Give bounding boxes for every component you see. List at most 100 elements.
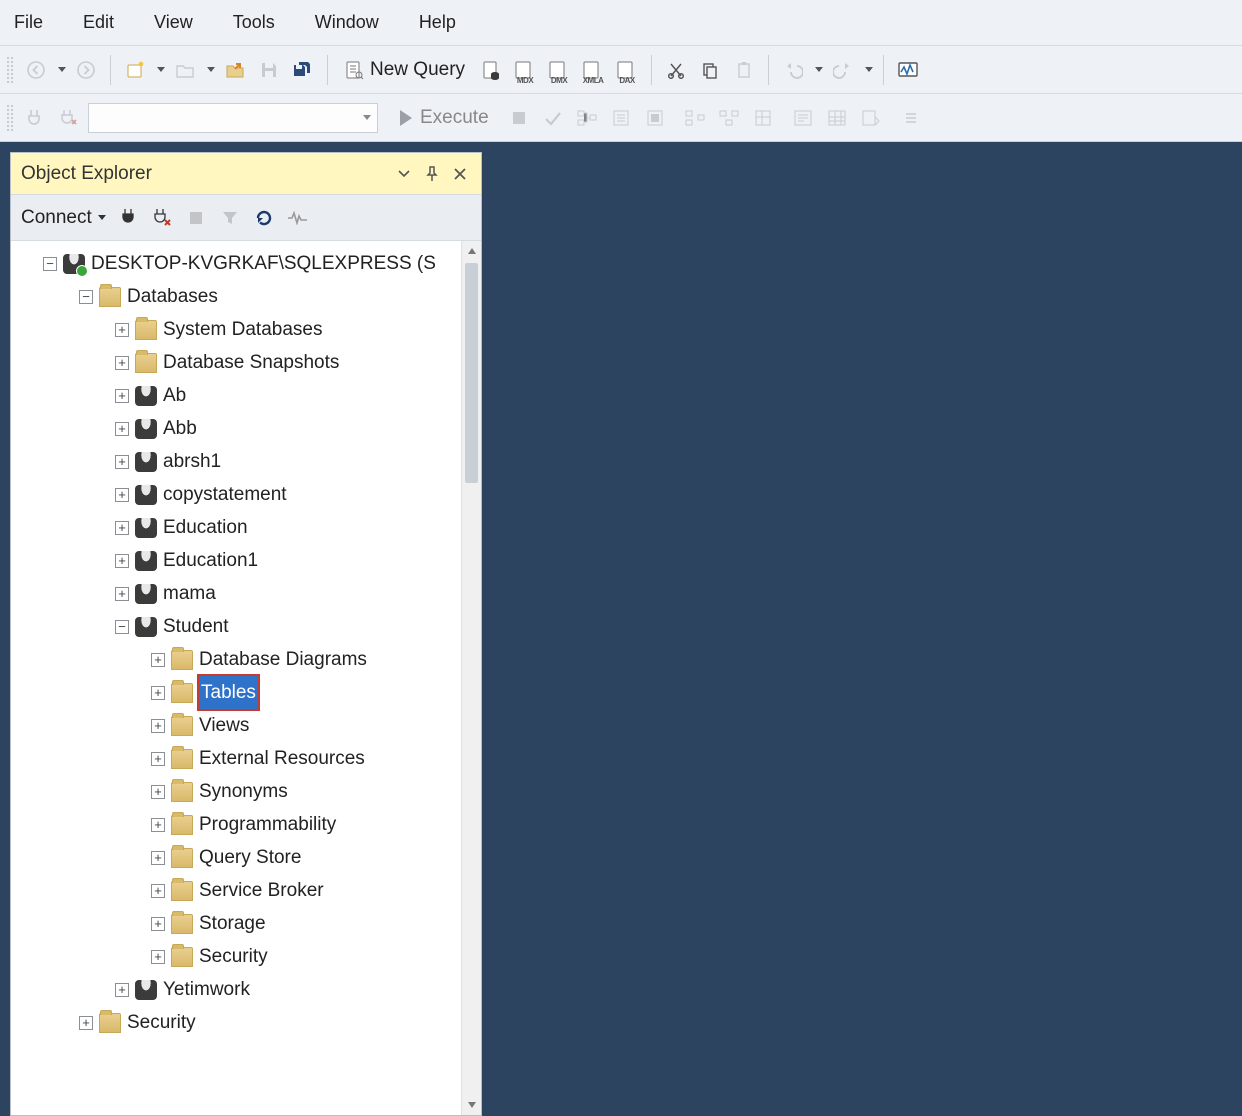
tree-node-server[interactable]: − DESKTOP-KVGRKAF\SQLEXPRESS (S (17, 247, 461, 280)
scroll-down-icon[interactable] (462, 1095, 481, 1115)
open-file-button[interactable] (171, 56, 199, 84)
activity-monitor-button[interactable] (894, 56, 922, 84)
query-options-button[interactable] (607, 104, 635, 132)
execute-button[interactable]: Execute (390, 107, 499, 129)
expand-icon[interactable]: + (115, 983, 129, 997)
tree-node-db-education[interactable]: + Education (17, 511, 461, 544)
expand-icon[interactable]: + (115, 323, 129, 337)
expand-icon[interactable]: + (151, 785, 165, 799)
dropdown-caret-icon[interactable] (58, 67, 66, 72)
expand-icon[interactable]: + (115, 521, 129, 535)
tree-node-db-abb[interactable]: + Abb (17, 412, 461, 445)
collapse-icon[interactable]: − (79, 290, 93, 304)
expand-icon[interactable]: + (151, 719, 165, 733)
tree-node-db-student[interactable]: − Student (17, 610, 461, 643)
connect-icon[interactable] (20, 104, 48, 132)
tree-node-db-yetimwork[interactable]: + Yetimwork (17, 973, 461, 1006)
expand-icon[interactable]: + (151, 851, 165, 865)
window-position-dropdown-icon[interactable] (393, 163, 415, 185)
stop-icon[interactable] (184, 206, 208, 230)
results-to-text-button[interactable] (789, 104, 817, 132)
open-folder-button[interactable] (221, 56, 249, 84)
tree-node-db-abrsh1[interactable]: + abrsh1 (17, 445, 461, 478)
connect-dropdown[interactable]: Connect (21, 207, 106, 229)
estimated-plan-button[interactable] (573, 104, 601, 132)
database-combo[interactable] (88, 103, 378, 133)
expand-icon[interactable]: + (115, 356, 129, 370)
tree-node-query-store[interactable]: + Query Store (17, 841, 461, 874)
copy-button[interactable] (696, 56, 724, 84)
expand-icon[interactable]: + (115, 554, 129, 568)
expand-icon[interactable]: + (115, 455, 129, 469)
expand-icon[interactable]: + (115, 587, 129, 601)
menu-window[interactable]: Window (315, 12, 379, 33)
dropdown-caret-icon[interactable] (865, 67, 873, 72)
expand-icon[interactable]: + (151, 917, 165, 931)
dropdown-caret-icon[interactable] (207, 67, 215, 72)
stop-button[interactable] (505, 104, 533, 132)
expand-icon[interactable]: + (151, 686, 165, 700)
expand-icon[interactable]: + (151, 653, 165, 667)
scroll-thumb[interactable] (465, 263, 478, 483)
tree-node-database-snapshots[interactable]: + Database Snapshots (17, 346, 461, 379)
expand-icon[interactable]: + (115, 488, 129, 502)
expand-icon[interactable]: + (115, 389, 129, 403)
live-stats-button[interactable] (715, 104, 743, 132)
nav-forward-button[interactable] (72, 56, 100, 84)
database-engine-query-button[interactable] (477, 56, 505, 84)
intellisense-button[interactable] (641, 104, 669, 132)
redo-button[interactable] (829, 56, 857, 84)
menu-help[interactable]: Help (419, 12, 456, 33)
cut-button[interactable] (662, 56, 690, 84)
actual-plan-button[interactable] (681, 104, 709, 132)
tree-node-service-broker[interactable]: + Service Broker (17, 874, 461, 907)
tree-node-system-databases[interactable]: + System Databases (17, 313, 461, 346)
dmx-query-button[interactable]: DMX (545, 56, 573, 84)
expand-icon[interactable]: + (151, 884, 165, 898)
tree-node-database-diagrams[interactable]: + Database Diagrams (17, 643, 461, 676)
tree-node-external-resources[interactable]: + External Resources (17, 742, 461, 775)
dax-query-button[interactable]: DAX (613, 56, 641, 84)
expand-icon[interactable]: + (151, 752, 165, 766)
results-to-grid-button[interactable] (823, 104, 851, 132)
collapse-icon[interactable]: − (43, 257, 57, 271)
collapse-icon[interactable]: − (115, 620, 129, 634)
nav-back-button[interactable] (22, 56, 50, 84)
expand-icon[interactable]: + (151, 818, 165, 832)
expand-icon[interactable]: + (151, 950, 165, 964)
tree-node-synonyms[interactable]: + Synonyms (17, 775, 461, 808)
tree-node-db-ab[interactable]: + Ab (17, 379, 461, 412)
save-button[interactable] (255, 56, 283, 84)
parse-button[interactable] (539, 104, 567, 132)
client-stats-button[interactable] (749, 104, 777, 132)
tree-node-databases[interactable]: − Databases (17, 280, 461, 313)
connect-object-explorer-icon[interactable] (116, 206, 140, 230)
menu-tools[interactable]: Tools (233, 12, 275, 33)
mdx-query-button[interactable]: MDX (511, 56, 539, 84)
tree-node-db-education1[interactable]: + Education1 (17, 544, 461, 577)
change-connection-icon[interactable] (54, 104, 82, 132)
pin-icon[interactable] (421, 163, 443, 185)
new-query-button[interactable]: New Query (338, 56, 471, 84)
tree-node-views[interactable]: + Views (17, 709, 461, 742)
save-all-button[interactable] (289, 56, 317, 84)
menu-file[interactable]: File (14, 12, 43, 33)
tree-node-db-copystatement[interactable]: + copystatement (17, 478, 461, 511)
tree-node-tables[interactable]: + Tables (17, 676, 461, 709)
tree-node-storage[interactable]: + Storage (17, 907, 461, 940)
tree-node-security[interactable]: + Security (17, 1006, 461, 1039)
dropdown-caret-icon[interactable] (815, 67, 823, 72)
xmla-query-button[interactable]: XMLA (579, 56, 607, 84)
tree-node-student-security[interactable]: + Security (17, 940, 461, 973)
vertical-scrollbar[interactable] (461, 241, 481, 1115)
disconnect-icon[interactable] (150, 206, 174, 230)
expand-icon[interactable]: + (115, 422, 129, 436)
tree-node-db-mama[interactable]: + mama (17, 577, 461, 610)
expand-icon[interactable]: + (79, 1016, 93, 1030)
tree-node-programmability[interactable]: + Programmability (17, 808, 461, 841)
refresh-icon[interactable] (252, 206, 276, 230)
dropdown-caret-icon[interactable] (157, 67, 165, 72)
filter-icon[interactable] (218, 206, 242, 230)
scroll-up-icon[interactable] (462, 241, 481, 261)
object-explorer-titlebar[interactable]: Object Explorer (11, 153, 481, 195)
